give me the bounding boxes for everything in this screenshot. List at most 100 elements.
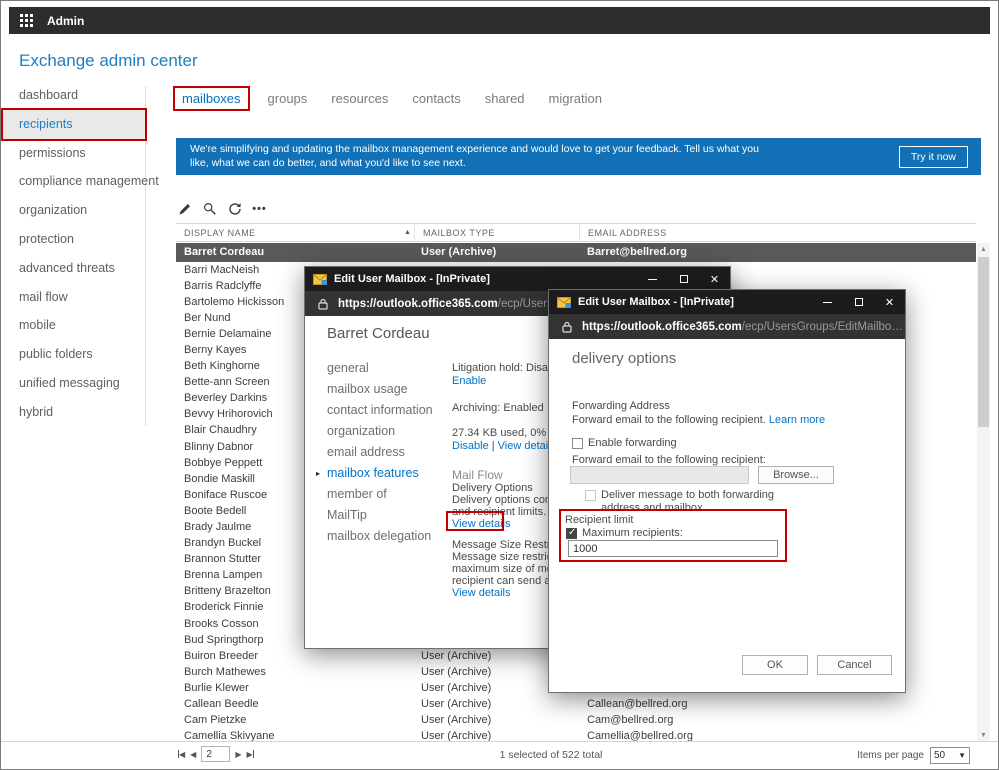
minimize-button[interactable] [637,267,668,291]
link-separator: | [488,440,498,452]
deliver-both-label-line1: Deliver message to both forwarding [601,489,775,502]
banner-message-line1: We're simplifying and updating the mailb… [190,143,759,155]
menu-item-contact-information[interactable]: contact information [327,400,433,421]
window-controls: ✕ [812,290,905,314]
tab-contacts[interactable]: contacts [406,86,466,111]
sidebar-item-mobile[interactable]: mobile [3,311,145,340]
table-row[interactable]: Barret Cordeau User (Archive) Barret@bellr… [176,243,976,262]
table-row[interactable]: Camellia Skivyane User (Archive) Camellia@… [176,728,976,742]
menu-item-general[interactable]: general [327,358,433,379]
ok-button[interactable]: OK [742,655,808,675]
archiving-status: Archiving: Enabled [452,402,544,414]
sidebar-item-unified-messaging[interactable]: unified messaging [3,369,145,398]
tab-mailboxes[interactable]: mailboxes [173,86,250,111]
maximum-recipients-input[interactable] [568,540,778,557]
sidebar-item-advanced-threats[interactable]: advanced threats [3,254,145,283]
enable-forwarding-checkbox[interactable] [572,437,583,449]
sidebar-item-organization[interactable]: organization [3,196,145,225]
scroll-up-icon[interactable]: ▲ [977,243,990,256]
display-name-cell: Buiron Breeder [184,649,258,662]
banner-message: We're simplifying and updating the mailb… [190,143,900,170]
window-title: Edit User Mailbox - [InPrivate] [578,296,734,308]
sidebar-item-mail-flow[interactable]: mail flow [3,283,145,312]
browse-button[interactable]: Browse... [758,466,834,484]
selection-status: 1 selected of 522 total [499,749,603,761]
tab-groups[interactable]: groups [262,86,314,111]
delivery-options-heading: delivery options [572,350,677,367]
maximum-recipients-checkbox[interactable]: ✓ [566,527,577,539]
mail-window-icon [557,296,571,308]
table-row[interactable]: Callean Beedle User (Archive) Callean@bell… [176,696,976,712]
edit-icon[interactable] [176,200,193,217]
forwarding-address-title: Forwarding Address [572,400,670,412]
sidebar-item-protection[interactable]: protection [3,225,145,254]
delivery-view-details-link[interactable]: View details [452,518,511,530]
menu-item-mailbox-features[interactable]: ▸ mailbox features [316,463,433,484]
scrollbar-thumb[interactable] [978,257,989,427]
menu-item-mailbox-usage[interactable]: mailbox usage [327,379,433,400]
banner-message-line2: like, what we can do better, and what yo… [190,156,466,169]
mailbox-type-cell: User (Archive) [421,698,492,711]
forwarding-recipient-input[interactable] [570,466,749,484]
minimize-button[interactable] [812,290,843,314]
display-name-cell: Cam Pietzke [184,714,247,727]
page-number-input[interactable] [201,746,231,762]
recipient-limit-title: Recipient limit [565,514,634,526]
menu-item-organization[interactable]: organization [327,421,433,442]
more-icon[interactable]: ••• [251,200,268,217]
sort-ascending-icon: ▲ [404,229,412,236]
close-button[interactable]: ✕ [699,267,730,291]
menu-item-member-of[interactable]: member of [327,484,433,505]
last-page-button[interactable]: ▶ [246,750,254,759]
email-address-cell: Cam@bellred.org [587,714,674,727]
search-icon[interactable] [201,200,218,217]
sidebar-item-permissions[interactable]: permissions [3,139,145,168]
prev-page-button[interactable]: ◀ [190,750,196,759]
menu-item-email-address[interactable]: email address [327,442,433,463]
maximum-recipients-label: Maximum recipients: [582,527,683,540]
maximize-button[interactable] [843,290,874,314]
column-header-display-name[interactable]: DISPLAY NAME [176,224,414,242]
deliver-both-checkbox[interactable] [585,489,596,501]
popup2-titlebar[interactable]: Edit User Mailbox - [InPrivate] ✕ [549,290,905,314]
sidebar-item-recipients[interactable]: recipients [1,107,147,141]
feedback-banner: We're simplifying and updating the mailb… [176,138,981,175]
exchange-admin-center-window: Admin Exchange admin center dashboard rec… [0,0,999,770]
mail-window-icon [313,273,327,285]
sidebar-item-compliance-management[interactable]: compliance management [3,167,159,196]
mail-flow-header: Mail Flow [452,468,503,482]
popup1-titlebar[interactable]: Edit User Mailbox - [InPrivate] ✕ [305,267,730,291]
deliver-both-label-line2: address and mailbox [601,502,703,514]
column-header-email-address[interactable]: EMAIL ADDRESS [579,224,976,242]
tab-migration[interactable]: migration [543,86,608,111]
disable-archive-link[interactable]: Disable [452,440,489,452]
popup2-urlbar[interactable]: https://outlook.office365.com/ecp/UsersG… [549,314,905,339]
lock-icon [562,321,572,333]
app-launcher-icon[interactable] [20,14,33,27]
enable-litigation-link[interactable]: Enable [452,375,486,387]
cancel-button[interactable]: Cancel [817,655,892,675]
tab-shared[interactable]: shared [479,86,531,111]
try-it-now-button[interactable]: Try it now [898,146,968,168]
first-page-button[interactable]: ◀ [178,750,185,759]
url-path: /ecp/UsersGroups/EditMailbo… [741,320,903,333]
items-per-page-select[interactable]: 50 ▼ [930,747,970,764]
close-button[interactable]: ✕ [874,290,905,314]
next-page-button[interactable]: ▶ [235,750,241,759]
refresh-icon[interactable] [226,200,243,217]
display-name-cell: Burch Mathewes [184,665,266,678]
scrollbar[interactable]: ▲ ▼ [977,243,990,742]
maximize-button[interactable] [668,267,699,291]
sidebar-item-public-folders[interactable]: public folders [3,340,145,369]
sidebar-item-dashboard[interactable]: dashboard [3,81,145,110]
message-size-view-details-link[interactable]: View details [452,587,511,599]
column-header-mailbox-type[interactable]: MAILBOX TYPE [414,224,579,242]
enable-forwarding-label: Enable forwarding [588,437,677,450]
tab-resources[interactable]: resources [325,86,394,111]
menu-item-mailbox-delegation[interactable]: mailbox delegation [327,526,433,547]
email-address-cell: Callean@bellred.org [587,698,688,711]
learn-more-link[interactable]: Learn more [769,414,825,426]
table-row[interactable]: Cam Pietzke User (Archive) Cam@bellred.org [176,712,976,728]
menu-item-mailtip[interactable]: MailTip [327,505,433,526]
sidebar-item-hybrid[interactable]: hybrid [3,398,145,427]
